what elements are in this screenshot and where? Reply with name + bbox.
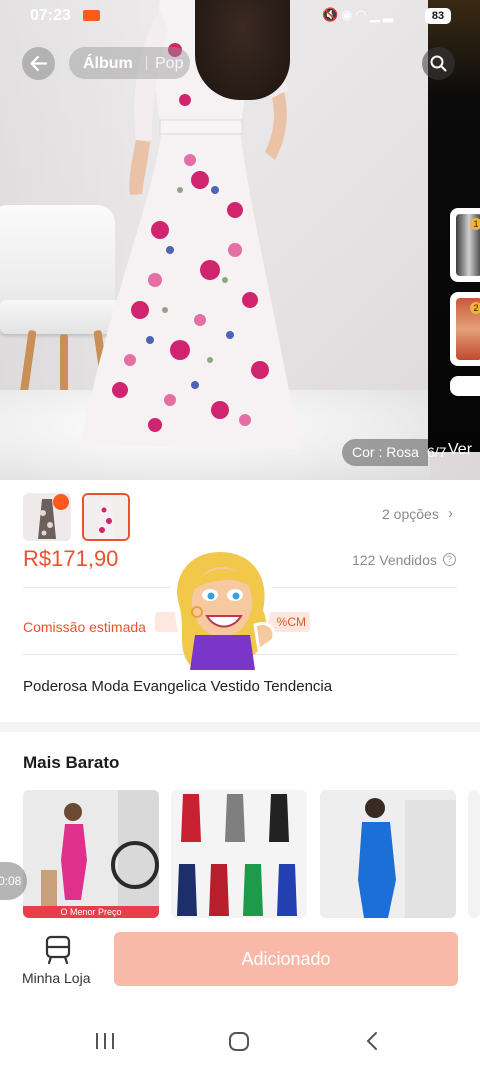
tab-album[interactable]: Álbum bbox=[83, 55, 133, 73]
battery-icon: 83 bbox=[425, 8, 451, 24]
screen-record-icon bbox=[83, 10, 100, 21]
location-icon: ◉ bbox=[341, 7, 356, 22]
product-card-image bbox=[23, 790, 159, 918]
mascot-sticker bbox=[170, 545, 276, 670]
image-page-counter: 6/7 bbox=[427, 444, 447, 460]
tab-divider bbox=[146, 56, 147, 70]
system-navigation-bar bbox=[0, 1004, 480, 1070]
recent-apps-icon[interactable] bbox=[94, 1032, 116, 1050]
product-card[interactable] bbox=[320, 790, 456, 918]
sold-count: 122 Vendidos bbox=[352, 552, 437, 568]
side-thumbnail-number: 1 bbox=[470, 218, 480, 230]
side-thumbnail[interactable] bbox=[450, 376, 480, 396]
color-variant-chip[interactable]: Cor : Rosa bbox=[342, 439, 428, 466]
search-icon bbox=[430, 55, 447, 72]
product-card[interactable] bbox=[171, 790, 307, 918]
my-store-label[interactable]: Minha Loja bbox=[22, 970, 91, 986]
product-card-image bbox=[320, 790, 456, 918]
section-separator bbox=[0, 722, 480, 732]
side-thumbnail-number: 2 bbox=[470, 302, 480, 314]
store-icon[interactable] bbox=[45, 935, 71, 965]
wifi-icon: ◠ bbox=[355, 7, 370, 22]
added-button[interactable]: Adicionado bbox=[114, 932, 458, 986]
section-title-cheaper: Mais Barato bbox=[23, 753, 120, 772]
status-icons: 🔇◉◠▁▂ bbox=[322, 7, 396, 23]
product-title: Poderosa Moda Evangelica Vestido Tendenc… bbox=[23, 678, 333, 695]
variant-thumbnail-selected[interactable] bbox=[82, 493, 130, 541]
options-link[interactable]: 2 opções bbox=[382, 506, 439, 522]
back-arrow-icon bbox=[30, 55, 48, 72]
chevron-right-icon[interactable]: › bbox=[448, 505, 453, 522]
status-time: 07:23 bbox=[30, 7, 71, 24]
help-icon[interactable]: ? bbox=[443, 553, 456, 566]
variant-thumbnail-image bbox=[84, 495, 128, 539]
search-button[interactable] bbox=[422, 47, 455, 80]
lowest-price-tag: O Menor Preço bbox=[23, 906, 159, 918]
product-card[interactable] bbox=[468, 790, 480, 918]
hot-badge-icon bbox=[53, 494, 69, 510]
side-thumbnail[interactable]: 2 bbox=[450, 292, 480, 366]
back-nav-icon[interactable] bbox=[364, 1031, 380, 1051]
side-thumbnail[interactable]: 1 bbox=[450, 208, 480, 282]
signal-icon: ▁▂ bbox=[369, 7, 396, 22]
see-more-label[interactable]: Ver bbox=[448, 441, 472, 459]
tab-pop[interactable]: Pop bbox=[155, 55, 183, 73]
mute-icon: 🔇 bbox=[322, 7, 342, 22]
back-button[interactable] bbox=[22, 47, 55, 80]
commission-label: Comissão estimada bbox=[23, 619, 146, 635]
product-price: R$171,90 bbox=[23, 546, 119, 571]
product-card-image bbox=[171, 790, 307, 918]
home-icon[interactable] bbox=[228, 1031, 250, 1052]
status-bar: 07:23 🔇◉◠▁▂ 83 bbox=[0, 0, 480, 32]
product-card[interactable]: O Menor Preço bbox=[23, 790, 159, 918]
